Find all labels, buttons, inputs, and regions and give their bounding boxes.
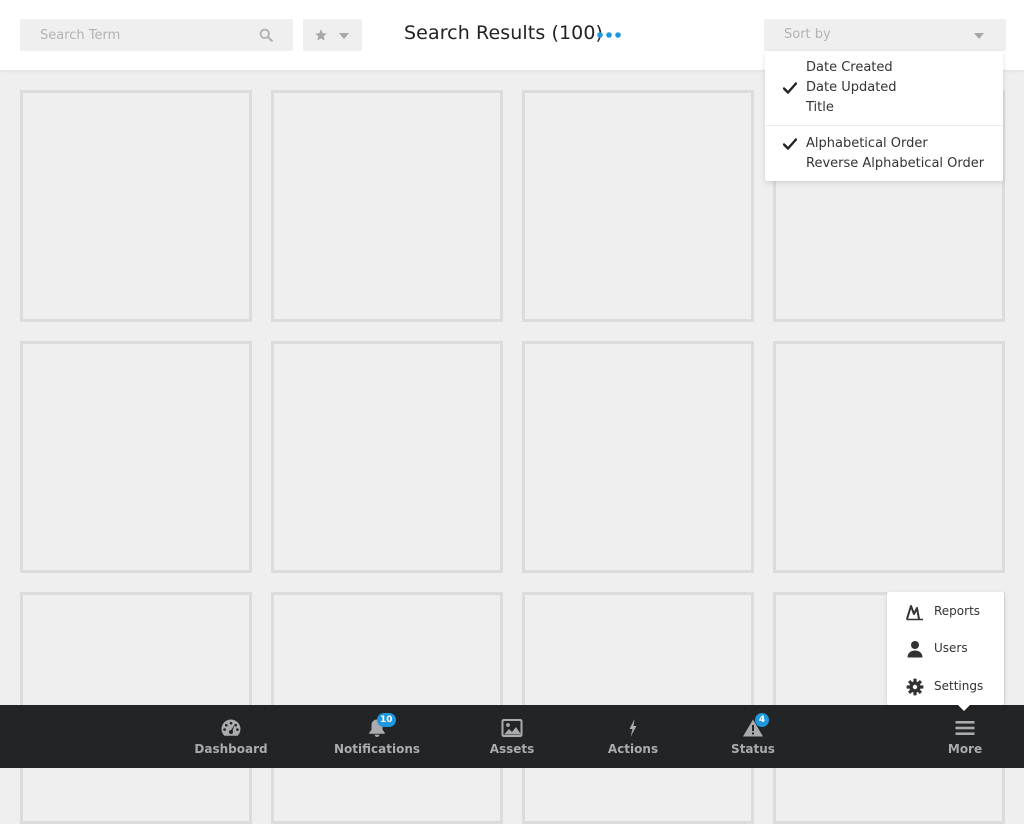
result-tile[interactable] [773, 341, 1005, 573]
nav-item-more[interactable]: More [935, 705, 995, 768]
result-tile[interactable] [20, 90, 252, 322]
nav-item-status[interactable]: 4 Status [720, 705, 786, 768]
checkmark-icon [783, 138, 797, 150]
menu-divider [765, 125, 1003, 126]
sort-option-title[interactable]: Title [806, 100, 834, 115]
result-tile[interactable] [20, 341, 252, 573]
nav-label: Status [731, 742, 775, 756]
bottom-nav-bar: Dashboard 10 Notifications Assets Action… [0, 705, 1024, 768]
nav-label: Assets [489, 742, 535, 756]
result-tile[interactable] [522, 90, 754, 322]
more-options-icon[interactable] [596, 31, 622, 39]
lightning-icon [629, 719, 637, 737]
status-count-badge: 4 [755, 713, 769, 727]
sort-option-date-updated[interactable]: Date Updated [806, 80, 897, 95]
result-tile[interactable] [271, 90, 503, 322]
nav-item-dashboard[interactable]: Dashboard [190, 705, 272, 768]
gear-icon [906, 678, 924, 696]
nav-item-assets[interactable]: Assets [475, 705, 549, 768]
star-icon [315, 29, 327, 41]
menu-item-settings[interactable]: Settings [887, 671, 1004, 701]
image-icon [501, 719, 523, 737]
page-title: Search Results (100) [404, 22, 604, 44]
result-tile[interactable] [271, 341, 503, 573]
sort-option-alphabetical[interactable]: Alphabetical Order [806, 136, 928, 151]
menu-item-label: Settings [934, 679, 984, 693]
chevron-down-icon [339, 33, 349, 39]
menu-item-users[interactable]: Users [887, 633, 1004, 663]
menu-item-label: Reports [934, 604, 981, 618]
nav-item-notifications[interactable]: 10 Notifications [333, 705, 421, 768]
search-box[interactable] [20, 19, 293, 51]
checkmark-icon [783, 82, 797, 94]
search-input[interactable] [20, 19, 270, 51]
nav-label: Actions [607, 742, 659, 756]
sort-by-select[interactable]: Sort by [764, 19, 1006, 51]
sort-option-date-created[interactable]: Date Created [806, 60, 893, 75]
reports-icon [906, 605, 923, 621]
nav-label: Dashboard [194, 742, 268, 756]
popup-pointer [956, 703, 972, 711]
nav-item-actions[interactable]: Actions [600, 705, 666, 768]
user-icon [907, 641, 923, 658]
chevron-down-icon [974, 33, 984, 39]
sort-by-label: Sort by [784, 27, 831, 42]
nav-label: More [947, 742, 983, 756]
sort-option-reverse-alphabetical[interactable]: Reverse Alphabetical Order [806, 156, 984, 171]
search-icon[interactable] [259, 28, 273, 42]
menu-item-reports[interactable]: Reports [887, 596, 1004, 626]
more-popup-menu: Reports Users Settings [887, 592, 1004, 705]
dashboard-icon [221, 719, 241, 736]
favorites-filter-button[interactable] [303, 19, 362, 51]
notification-count-badge: 10 [377, 713, 396, 727]
sort-dropdown-menu: Date Created Date Updated Title Alphabet… [765, 51, 1003, 181]
menu-item-label: Users [934, 641, 968, 655]
nav-label: Notifications [333, 742, 421, 756]
result-tile[interactable] [522, 341, 754, 573]
hamburger-icon [955, 721, 975, 735]
